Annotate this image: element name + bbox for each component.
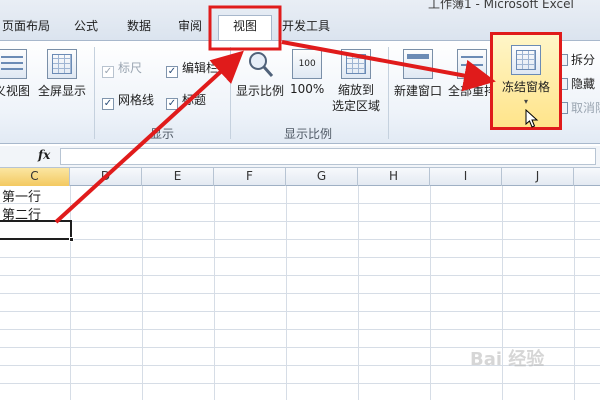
active-cell-selection[interactable] [0,220,74,242]
column-header-g[interactable]: G [286,168,358,186]
zoom-100-button[interactable]: 100 100% [290,49,324,96]
zoom-selection-icon [341,49,371,79]
freeze-panes-button[interactable]: 冻结窗格 ▾ [490,32,562,130]
formula-bar-label: 编辑栏 [182,61,219,75]
freeze-panes-icon [511,45,541,75]
fullscreen-button[interactable]: 全屏显示 [38,49,86,99]
zoom-magnifier-icon [245,49,275,79]
gridlines-checkbox[interactable]: ✓ 网格线 [102,91,154,110]
grid-line [214,186,215,400]
zoom-to-selection-button[interactable]: 缩放到 选定区域 [332,49,380,114]
headings-checkbox[interactable]: ✓ 标题 [166,91,206,110]
zoom-button[interactable]: 显示比例 [236,49,284,99]
zoom-label: 显示比例 [236,84,285,98]
column-header-e[interactable]: E [142,168,214,186]
gridlines-check-icon: ✓ [102,98,114,110]
custom-view-label: 义视图 [0,84,31,98]
formula-bar: fx [0,146,600,168]
column-header-i[interactable]: I [430,168,502,186]
formula-input[interactable] [60,148,596,165]
new-window-icon [403,49,433,79]
cursor-icon [525,109,539,128]
tab-page-layout[interactable]: 页面布局 [2,16,50,38]
grid-line [358,186,359,400]
freeze-dropdown-icon[interactable]: ▾ [493,97,559,106]
arrange-all-label: 全部重排 [448,84,497,98]
watermark: Bai 经验 [470,349,545,370]
group-separator [230,47,231,139]
column-headers: C D E F G H I J [0,168,600,186]
ruler-checkbox[interactable]: ✓ 标尺 [102,59,142,78]
custom-view-icon [0,49,27,79]
zoom-selection-label-1: 缩放到 [338,83,375,97]
grid-line [142,186,143,400]
custom-view-button[interactable]: 义视图 [0,49,30,99]
zoom-100-label: 100% [290,82,325,96]
split-label: 拆分 [571,53,596,67]
column-header-f[interactable]: F [214,168,286,186]
window-title: 工作簿1 - Microsoft Excel [428,0,574,11]
unhide-button[interactable]: 取消隐 [556,99,600,116]
gridlines-label: 网格线 [118,93,155,107]
column-header-j[interactable]: J [502,168,574,186]
arrange-all-icon [457,49,487,79]
zoom-100-icon-text: 100 [298,59,316,69]
group-separator [388,47,389,139]
tab-data[interactable]: 数据 [127,16,151,38]
group-label-zoom: 显示比例 [284,127,333,141]
tab-developer[interactable]: 开发工具 [282,16,330,38]
group-label-show: 显示 [150,127,175,141]
grid-line [574,186,575,400]
ruler-label: 标尺 [118,61,143,75]
column-header-h[interactable]: H [358,168,430,186]
tab-formulas[interactable]: 公式 [74,16,98,38]
formula-bar-checkbox[interactable]: ✓ 编辑栏 [166,59,218,78]
fx-icon[interactable]: fx [38,148,50,162]
grid-line [430,186,431,400]
zoom-100-icon: 100 [292,49,323,79]
new-window-button[interactable]: 新建窗口 [394,49,442,99]
headings-label: 标题 [182,93,207,107]
group-separator [94,47,95,139]
arrange-all-button[interactable]: 全部重排 [448,49,496,99]
new-window-label: 新建窗口 [394,84,443,98]
hide-label: 隐藏 [571,77,596,91]
grid-line [286,186,287,400]
fullscreen-label: 全屏显示 [38,84,87,98]
formula-bar-check-icon: ✓ [166,66,178,78]
zoom-selection-label-2: 选定区域 [332,99,381,113]
fullscreen-icon [47,49,77,79]
fill-handle[interactable] [69,237,74,242]
ruler-check-icon: ✓ [102,66,114,78]
unhide-label: 取消隐 [571,101,600,115]
headings-check-icon: ✓ [166,98,178,110]
column-header-c[interactable]: C [0,168,70,186]
grid-line [70,186,71,400]
tab-review[interactable]: 审阅 [178,16,202,38]
column-header-d[interactable]: D [70,168,142,186]
freeze-panes-label: 冻结窗格 [501,80,550,94]
cell-c1[interactable]: 第一行 [2,186,41,205]
tab-view[interactable]: 视图 [218,15,272,41]
